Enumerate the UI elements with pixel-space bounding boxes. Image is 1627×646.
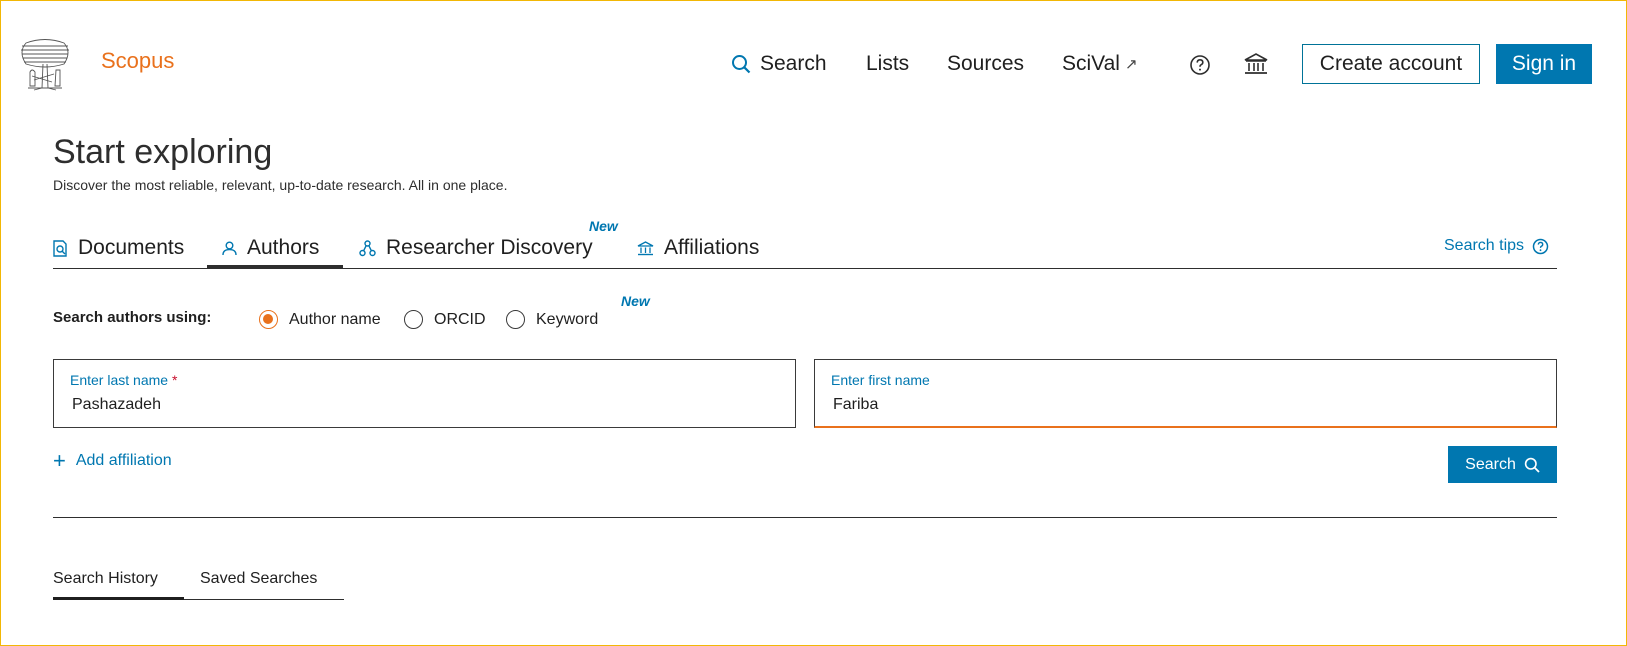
person-icon	[222, 241, 237, 255]
search-tips-label: Search tips	[1444, 237, 1525, 254]
tab-documents[interactable]: Documents	[53, 236, 184, 260]
section-divider	[53, 517, 1557, 518]
last-name-label: Enter last name *	[70, 372, 177, 388]
last-name-label-text: Enter last name	[70, 372, 169, 388]
network-icon	[359, 239, 376, 256]
help-icon[interactable]	[1189, 54, 1211, 76]
nav-scival-label: SciVal	[1062, 52, 1120, 75]
tab-authors-label: Authors	[247, 236, 320, 259]
radio-unselected-icon[interactable]	[404, 310, 423, 329]
elsevier-tree-logo-icon[interactable]	[18, 38, 72, 92]
nav-lists[interactable]: Lists	[866, 52, 909, 76]
institution-icon	[637, 240, 654, 255]
brand-name[interactable]: Scopus	[101, 48, 174, 74]
radio-author-name-label: Author name	[289, 310, 381, 328]
tab-search-history[interactable]: Search History	[53, 570, 158, 588]
radio-keyword-label: Keyword	[536, 310, 599, 328]
document-search-icon	[53, 239, 67, 257]
page-subtitle: Discover the most reliable, relevant, up…	[53, 177, 508, 193]
first-name-input[interactable]	[833, 396, 1513, 414]
search-icon	[1524, 457, 1540, 473]
tabs-divider	[53, 268, 1557, 269]
nav-sources[interactable]: Sources	[947, 52, 1024, 76]
radio-keyword[interactable]: Keyword	[506, 310, 598, 329]
sign-in-button[interactable]: Sign in	[1496, 44, 1592, 84]
search-icon	[732, 55, 751, 74]
add-affiliation-link[interactable]: + Add affiliation	[53, 450, 172, 472]
nav-search[interactable]: Search	[731, 52, 827, 76]
page-title: Start exploring	[53, 133, 273, 171]
search-button-label: Search	[1465, 455, 1516, 473]
last-name-field[interactable]: Enter last name *	[53, 359, 796, 428]
tab-saved-searches[interactable]: Saved Searches	[200, 570, 317, 588]
add-affiliation-label: Add affiliation	[75, 452, 172, 469]
top-header: Scopus Search Lists Sources SciVal ↗ Cre…	[0, 0, 1627, 128]
radio-unselected-icon[interactable]	[506, 310, 525, 329]
radio-selected-icon[interactable]	[259, 310, 278, 329]
required-mark: *	[171, 372, 178, 388]
external-link-icon: ↗	[1124, 56, 1138, 73]
new-badge: New	[621, 293, 650, 309]
institution-icon[interactable]	[1243, 52, 1269, 76]
first-name-label: Enter first name	[831, 372, 930, 388]
radio-author-name[interactable]: Author name	[259, 310, 381, 329]
active-bottom-tab-indicator	[53, 597, 184, 600]
tab-documents-label: Documents	[78, 236, 185, 259]
plus-icon: +	[53, 448, 66, 473]
search-tips-link[interactable]: Search tips	[1444, 237, 1549, 255]
tab-authors[interactable]: Authors	[222, 236, 319, 260]
radio-orcid-label: ORCID	[434, 310, 486, 328]
tab-affiliations[interactable]: Affiliations	[637, 236, 759, 260]
search-using-label: Search authors using:	[53, 309, 212, 326]
last-name-input[interactable]	[72, 396, 752, 414]
search-button[interactable]: Search	[1448, 446, 1557, 483]
tab-affiliations-label: Affiliations	[664, 236, 760, 259]
tab-researcher-discovery[interactable]: Researcher Discovery	[359, 236, 593, 260]
new-badge: New	[589, 218, 618, 234]
radio-orcid[interactable]: ORCID	[404, 310, 486, 329]
help-icon	[1532, 238, 1549, 254]
nav-search-label: Search	[760, 52, 827, 75]
nav-scival[interactable]: SciVal ↗	[1062, 52, 1138, 76]
tab-researcher-discovery-label: Researcher Discovery	[386, 236, 593, 259]
first-name-field[interactable]: Enter first name	[814, 359, 1557, 428]
create-account-button[interactable]: Create account	[1302, 44, 1480, 84]
